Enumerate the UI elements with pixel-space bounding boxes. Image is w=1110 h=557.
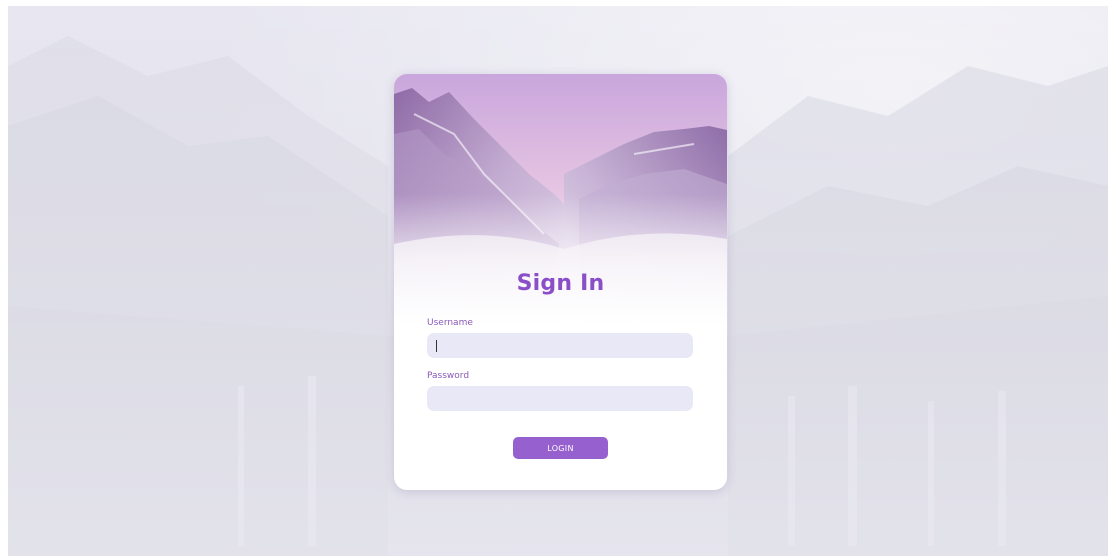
login-page: Sign In Username Password LOGIN	[8, 6, 1108, 556]
username-label: Username	[427, 318, 473, 328]
page-title: Sign In	[516, 271, 605, 296]
text-cursor	[436, 340, 437, 352]
password-label: Password	[427, 371, 470, 381]
username-input[interactable]	[427, 333, 693, 358]
login-card: Sign In Username Password LOGIN	[394, 74, 727, 490]
password-input[interactable]	[427, 386, 693, 411]
login-button[interactable]: LOGIN	[513, 437, 608, 459]
